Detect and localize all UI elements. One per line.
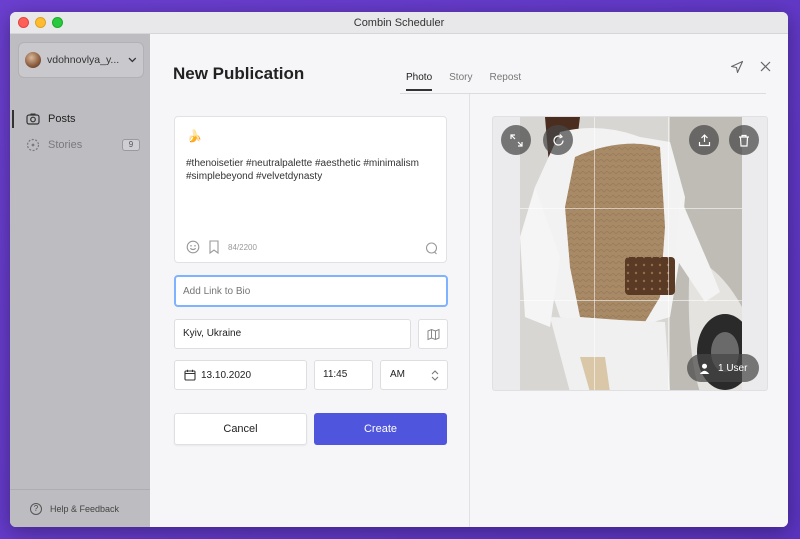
stories-icon [26,138,40,152]
tag-users-button[interactable]: 1 User [687,354,759,382]
date-value: 13.10.2020 [201,369,252,381]
window-title: Combin Scheduler [353,17,445,29]
bio-link-input[interactable] [174,275,448,307]
window-controls [18,17,63,28]
grid-line [520,208,742,209]
close-icon[interactable] [759,60,772,73]
camera-icon [26,113,40,125]
stories-count-badge: 9 [122,139,140,151]
minimize-window-button[interactable] [35,17,46,28]
time-field[interactable]: 11:45 [314,360,373,390]
caption-editor[interactable]: 🍌 #thenoisetier #neutralpalette #aesthet… [174,116,447,263]
sidebar-item-posts[interactable]: Posts [10,106,150,132]
account-name: vdohnovlya_y... [47,54,120,66]
share-button[interactable] [689,125,719,155]
grid-line [594,117,595,390]
comment-icon[interactable] [425,242,438,255]
ampm-select[interactable]: AM [380,360,448,390]
help-feedback-link[interactable]: ? Help & Feedback [10,489,150,527]
map-icon [427,328,439,340]
map-button[interactable] [418,319,448,349]
zoom-window-button[interactable] [52,17,63,28]
character-count: 84/2200 [228,242,257,252]
caption-emoji: 🍌 [187,129,202,143]
upload-icon [698,133,710,146]
publication-panel: New Publication Photo Story Repost 🍌 #th… [150,34,788,527]
sidebar-item-label: Stories [48,139,83,151]
trash-icon [739,134,749,147]
image-preview: 1 User [492,116,768,391]
calendar-icon [184,369,196,381]
post-photo[interactable] [520,117,742,390]
help-icon: ? [30,502,42,515]
location-field[interactable]: Kyiv, Ukraine [174,319,411,349]
column-divider [469,94,470,527]
select-arrows-icon [431,370,439,381]
delete-button[interactable] [729,125,759,155]
create-button[interactable]: Create [314,413,447,445]
sidebar: vdohnovlya_y... Posts Stories 9 ? Help &… [10,34,150,527]
close-window-button[interactable] [18,17,29,28]
grid-line [520,300,742,301]
title-bar: Combin Scheduler [10,12,788,34]
tabs-divider [400,93,766,94]
send-icon[interactable] [730,60,744,74]
tab-photo[interactable]: Photo [406,72,433,91]
user-icon [699,363,710,374]
sidebar-item-label: Posts [48,113,76,125]
expand-button[interactable] [501,125,531,155]
caption-toolbar: 84/2200 [186,240,257,254]
bookmark-icon[interactable] [208,240,220,254]
avatar [25,52,41,68]
ampm-value: AM [390,369,405,380]
emoji-picker-icon[interactable] [186,240,200,254]
publication-type-tabs: Photo Story Repost [406,72,538,91]
expand-icon [509,133,523,147]
sidebar-nav: Posts Stories 9 [10,106,150,158]
app-window: Combin Scheduler vdohnovlya_y... Posts S… [10,12,788,527]
user-tag-label: 1 User [718,362,748,374]
rotate-icon [552,133,564,146]
account-switcher[interactable]: vdohnovlya_y... [18,42,144,78]
caption-text[interactable]: #thenoisetier #neutralpalette #aesthetic… [186,158,441,183]
page-title: New Publication [173,64,305,83]
tab-story[interactable]: Story [449,72,472,91]
cancel-button[interactable]: Cancel [174,413,307,445]
chevron-down-icon [128,57,137,63]
grid-line [668,117,669,390]
tab-repost[interactable]: Repost [489,72,521,91]
help-label: Help & Feedback [50,503,120,514]
sidebar-item-stories[interactable]: Stories 9 [10,132,150,158]
rotate-button[interactable] [543,125,573,155]
date-picker[interactable]: 13.10.2020 [174,360,307,390]
